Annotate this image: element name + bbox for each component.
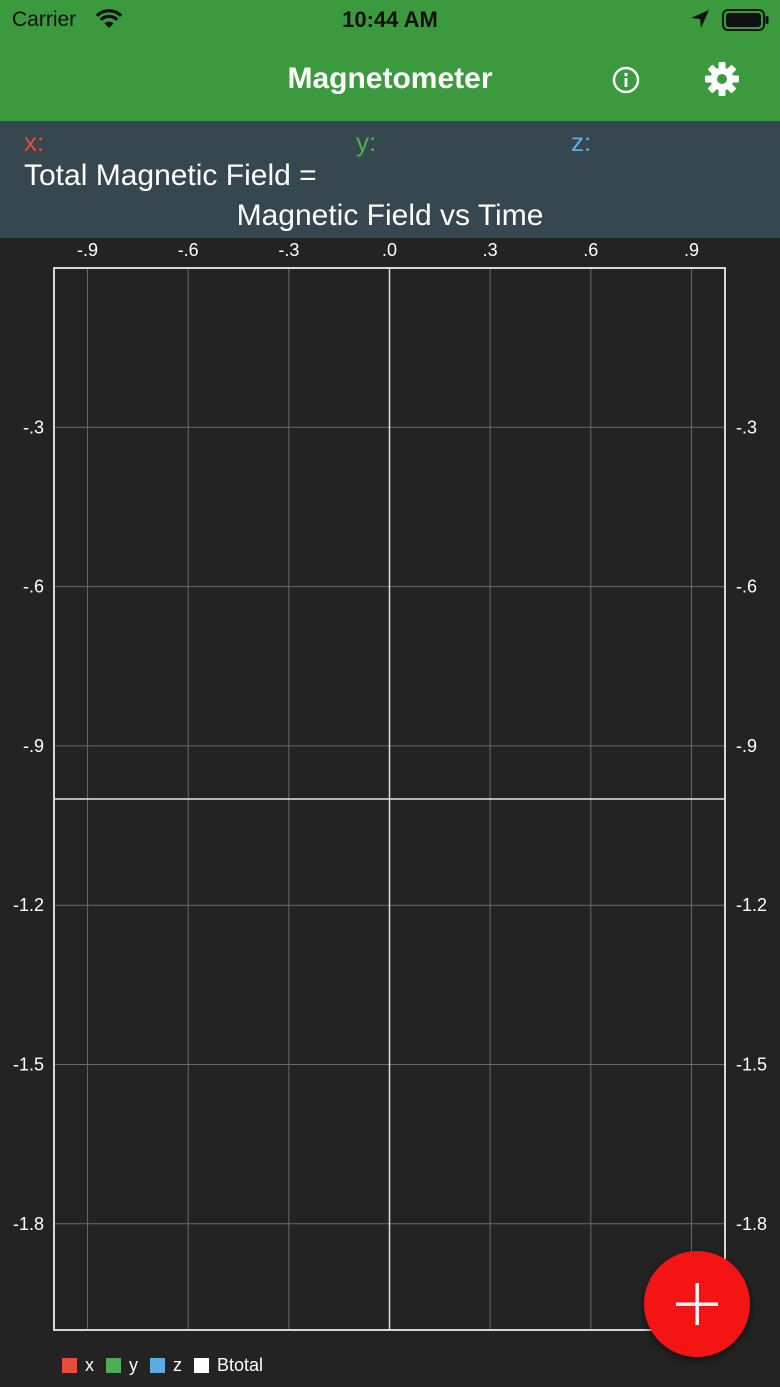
z-value-label: z:: [571, 127, 592, 157]
x-tick-label: .6: [583, 240, 598, 260]
gear-icon: [705, 62, 739, 96]
legend-swatch: [62, 1357, 77, 1373]
chart-legend: x y z Btotal: [62, 1352, 275, 1378]
y-tick-label-right: -.6: [736, 577, 757, 597]
x-tick-label: -.3: [278, 240, 299, 260]
legend-item-btotal: Btotal: [194, 1355, 263, 1376]
legend-swatch: [150, 1357, 165, 1373]
x-tick-label: -.6: [178, 240, 199, 260]
y-tick-label-right: -1.5: [736, 1055, 767, 1075]
magnetic-field-chart: -.9 -.6 -.3 .0 .3 .6 .9 -.3 -.3 -.6 -.6 -.9 -.9 -1.2 -…: [13, 240, 767, 1331]
readout-panel: x: y: z: Total Magnetic Field = Magnetic…: [0, 121, 780, 238]
y-value-label: y:: [356, 127, 377, 157]
chart-title: Magnetic Field vs Time: [236, 199, 544, 232]
legend-label: y: [129, 1354, 138, 1375]
clock: 10:44 AM: [342, 7, 438, 32]
total-field-label: Total Magnetic Field =: [24, 159, 317, 192]
location-arrow-icon: [690, 9, 710, 34]
x-tick-label: -.9: [77, 240, 98, 260]
x-value-label: x:: [24, 127, 45, 157]
x-tick-label: .3: [483, 240, 498, 260]
page-title: Magnetometer: [287, 62, 493, 95]
y-tick-label-right: -.9: [736, 736, 757, 756]
legend-swatch: [194, 1357, 209, 1373]
info-button[interactable]: [610, 64, 642, 96]
y-tick-label-right: -.3: [736, 417, 757, 437]
x-tick-label: .9: [684, 240, 699, 260]
y-tick-label-left: -1.8: [13, 1214, 44, 1234]
legend-item-y: y: [106, 1355, 138, 1376]
y-tick-label-left: -.9: [23, 736, 44, 756]
info-icon: [612, 66, 640, 94]
legend-label: z: [173, 1354, 182, 1375]
y-tick-label-left: -1.5: [13, 1055, 44, 1075]
y-tick-label-left: -1.2: [13, 895, 44, 915]
legend-swatch: [106, 1357, 121, 1373]
y-tick-label-right: -1.2: [736, 895, 767, 915]
legend-item-z: z: [150, 1355, 182, 1376]
status-bar: Carrier 10:44 AM: [0, 0, 780, 40]
y-tick-label-left: -.3: [23, 417, 44, 437]
settings-button[interactable]: [702, 59, 742, 99]
y-tick-label-left: -.6: [23, 577, 44, 597]
battery-icon: [722, 9, 770, 36]
add-button[interactable]: [644, 1251, 750, 1357]
x-tick-label: .0: [382, 240, 397, 260]
legend-item-x: x: [62, 1355, 94, 1376]
legend-label: Btotal: [217, 1354, 264, 1375]
navigation-bar: Magnetometer: [0, 40, 780, 121]
plus-icon: [676, 1283, 718, 1325]
legend-label: x: [85, 1354, 94, 1375]
y-tick-label-right: -1.8: [736, 1214, 767, 1234]
